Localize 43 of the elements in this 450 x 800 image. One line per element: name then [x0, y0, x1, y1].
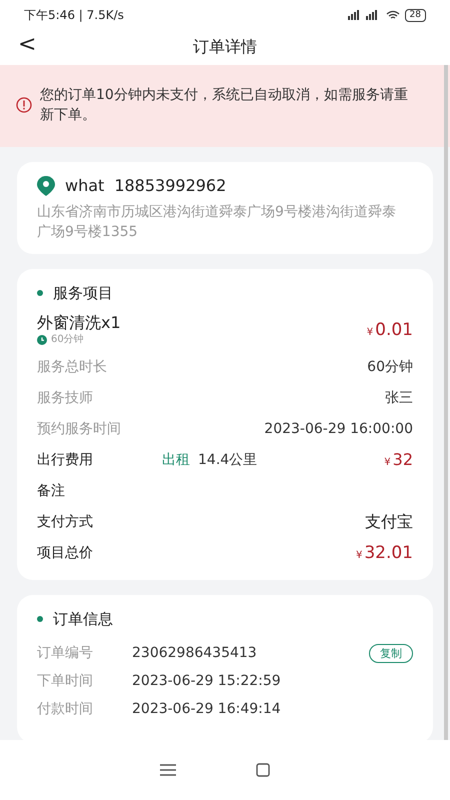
row-label: 项目总价: [37, 544, 93, 562]
menu-icon[interactable]: [160, 764, 176, 776]
row-label: 下单时间: [37, 672, 94, 691]
row-label: 出行费用: [37, 450, 94, 470]
bullet-icon: [37, 290, 43, 296]
row-value: 张三: [385, 388, 413, 408]
cancel-notice: 您的订单10分钟内未支付，系统已自动取消，如需服务请重新下单。: [40, 86, 409, 125]
row-value: 60分钟: [367, 358, 413, 376]
travel-fee: ¥32: [384, 450, 413, 469]
row-value: 2023-06-29 15:22:59: [132, 672, 281, 691]
address-text: 山东省济南市历城区港沟街道舜泰广场9号楼港沟街道舜泰广场9号楼1355: [37, 203, 397, 242]
row-value: 2023-06-29 16:49:14: [132, 700, 281, 719]
status-time: 下午5:46 | 7.5K/s: [24, 7, 124, 24]
row-value: 2023-06-29 16:00:00: [264, 420, 413, 438]
warning-icon: [16, 97, 32, 113]
row-label: 订单编号: [37, 644, 94, 663]
clock-icon: [37, 335, 47, 345]
back-button[interactable]: <: [12, 32, 42, 57]
service-name: 外窗清洗x1: [37, 313, 121, 333]
bullet-icon: [37, 616, 43, 622]
travel-mode: 出租: [162, 450, 190, 470]
row-label: 付款时间: [37, 700, 94, 719]
service-duration: 60分钟: [51, 333, 84, 347]
row-value: 23062986435413: [132, 644, 257, 663]
row-label: 备注: [37, 482, 65, 500]
row-label: 服务技师: [37, 388, 93, 408]
row-value: 支付宝: [365, 512, 413, 532]
battery-icon: 28: [404, 8, 426, 22]
travel-distance: 14.4公里: [198, 450, 258, 470]
copy-button[interactable]: 复制: [369, 644, 413, 662]
row-label: 支付方式: [37, 512, 93, 532]
contact-phone: 18853992962: [114, 176, 226, 196]
wifi-icon: [386, 10, 400, 20]
section-title: 服务项目: [53, 283, 113, 303]
contact-name: what: [65, 176, 104, 196]
section-title: 订单信息: [53, 609, 113, 629]
location-pin-icon: [37, 176, 55, 196]
row-label: 预约服务时间: [37, 420, 121, 438]
row-label: 服务总时长: [37, 358, 107, 376]
home-square-icon[interactable]: [256, 763, 270, 777]
page-title: 订单详情: [193, 37, 257, 58]
total-price: ¥32.01: [356, 542, 413, 562]
service-price: ¥0.01: [366, 320, 413, 340]
